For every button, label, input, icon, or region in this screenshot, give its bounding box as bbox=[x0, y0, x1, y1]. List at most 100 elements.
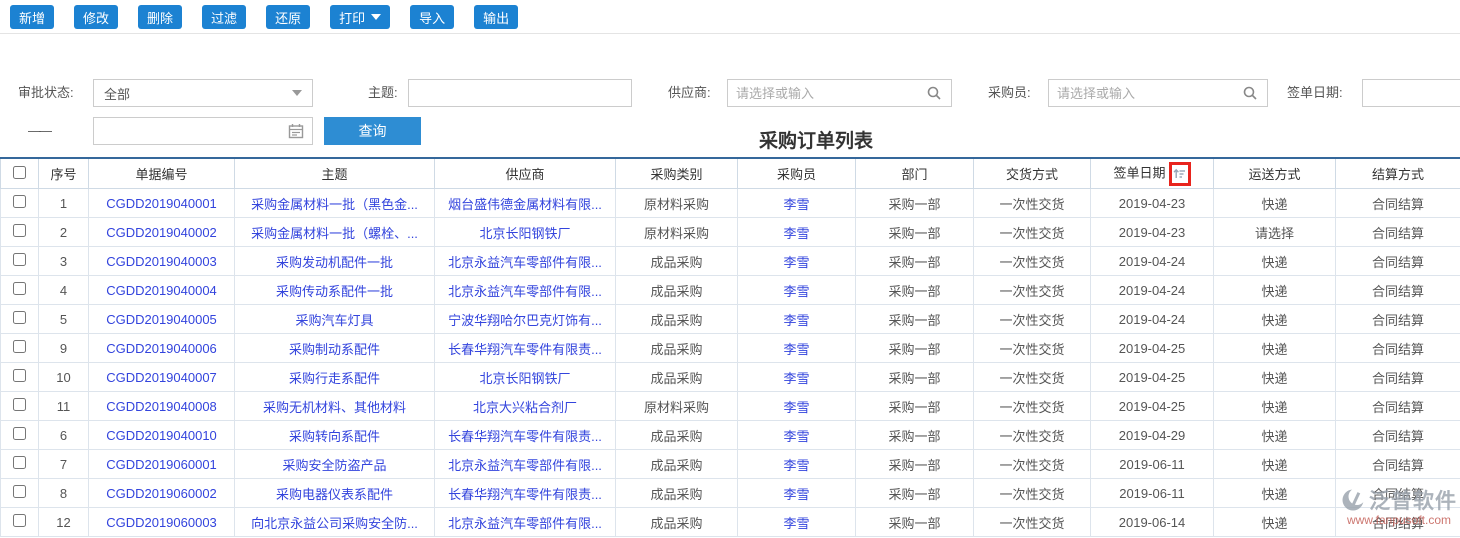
cell-supplier-link[interactable]: 长春华翔汽车零件有限责... bbox=[448, 342, 602, 357]
cell-buyer-link[interactable]: 李雪 bbox=[783, 197, 809, 212]
column-header-transport[interactable]: 运送方式 bbox=[1213, 157, 1336, 189]
restore-button[interactable]: 还原 bbox=[266, 5, 311, 29]
select-all-checkbox[interactable] bbox=[13, 165, 26, 179]
row-checkbox[interactable] bbox=[13, 340, 26, 353]
column-header-sign_date-label: 签单日期 bbox=[1113, 164, 1166, 180]
cell-supplier-link[interactable]: 北京永益汽车零部件有限... bbox=[448, 284, 602, 299]
cell-buyer-link[interactable]: 李雪 bbox=[783, 226, 809, 241]
column-header-settlement[interactable]: 结算方式 bbox=[1335, 157, 1460, 189]
row-checkbox[interactable] bbox=[13, 514, 26, 527]
row-checkbox[interactable] bbox=[13, 195, 26, 208]
cell-supplier-link[interactable]: 宁波华翔哈尔巴克灯饰有... bbox=[448, 313, 602, 328]
cell-supplier: 烟台盛伟德金属材料有限... bbox=[434, 188, 616, 218]
cell-buyer-link[interactable]: 李雪 bbox=[783, 255, 809, 270]
cell-supplier-link[interactable]: 长春华翔汽车零件有限责... bbox=[448, 429, 602, 444]
buyer-input[interactable] bbox=[1048, 79, 1268, 107]
row-checkbox[interactable] bbox=[13, 369, 26, 382]
cell-doc_no-link[interactable]: CGDD2019040002 bbox=[106, 225, 217, 240]
cell-doc_no-link[interactable]: CGDD2019040004 bbox=[106, 283, 217, 298]
delete-button[interactable]: 删除 bbox=[138, 5, 183, 29]
cell-supplier-link[interactable]: 北京长阳钢铁厂 bbox=[479, 226, 570, 241]
add-button[interactable]: 新增 bbox=[10, 5, 55, 29]
cell-subject-link[interactable]: 向北京永益公司采购安全防... bbox=[251, 516, 418, 531]
cell-subject-link[interactable]: 采购转向系配件 bbox=[289, 429, 380, 444]
cell-subject-link[interactable]: 采购传动系配件一批 bbox=[276, 284, 393, 299]
cell-doc_no-link[interactable]: CGDD2019040010 bbox=[106, 428, 217, 443]
row-checkbox[interactable] bbox=[13, 224, 26, 237]
cell-subject-link[interactable]: 采购金属材料一批（黑色金... bbox=[251, 197, 418, 212]
cell-supplier-link[interactable]: 长春华翔汽车零件有限责... bbox=[448, 487, 602, 502]
cell-transport: 快递 bbox=[1213, 478, 1336, 508]
row-checkbox[interactable] bbox=[13, 398, 26, 411]
cell-supplier-link[interactable]: 北京永益汽车零部件有限... bbox=[448, 458, 602, 473]
row-checkbox[interactable] bbox=[13, 282, 26, 295]
cell-buyer-link[interactable]: 李雪 bbox=[783, 429, 809, 444]
column-header-serial[interactable]: 序号 bbox=[38, 157, 89, 189]
sign-date-start-input[interactable] bbox=[1362, 79, 1460, 107]
print-button[interactable]: 打印 bbox=[330, 5, 391, 29]
row-checkbox[interactable] bbox=[13, 485, 26, 498]
cell-doc_no: CGDD2019060002 bbox=[88, 478, 235, 508]
cell-doc_no-link[interactable]: CGDD2019040006 bbox=[106, 341, 217, 356]
cell-subject-link[interactable]: 采购安全防盗产品 bbox=[282, 458, 386, 473]
cell-doc_no-link[interactable]: CGDD2019060001 bbox=[106, 457, 217, 472]
row-checkbox[interactable] bbox=[13, 311, 26, 324]
cell-subject: 采购行走系配件 bbox=[234, 362, 435, 392]
cell-buyer-link[interactable]: 李雪 bbox=[783, 487, 809, 502]
cell-department: 采购一部 bbox=[855, 246, 974, 276]
column-header-buyer[interactable]: 采购员 bbox=[737, 157, 856, 189]
column-header-department[interactable]: 部门 bbox=[855, 157, 974, 189]
sort-icon[interactable] bbox=[1173, 167, 1186, 180]
cell-supplier-link[interactable]: 烟台盛伟德金属材料有限... bbox=[448, 197, 602, 212]
edit-button[interactable]: 修改 bbox=[74, 5, 119, 29]
cell-doc_no-link[interactable]: CGDD2019040003 bbox=[106, 254, 217, 269]
cell-subject: 采购传动系配件一批 bbox=[234, 275, 435, 305]
cell-supplier-link[interactable]: 北京永益汽车零部件有限... bbox=[448, 255, 602, 270]
cell-buyer-link[interactable]: 李雪 bbox=[783, 313, 809, 328]
cell-subject-link[interactable]: 采购无机材料、其他材料 bbox=[263, 400, 406, 415]
row-checkbox[interactable] bbox=[13, 456, 26, 469]
cell-doc_no-link[interactable]: CGDD2019060002 bbox=[106, 486, 217, 501]
cell-sign_date: 2019-04-25 bbox=[1090, 362, 1214, 392]
search-icon[interactable] bbox=[926, 85, 942, 101]
cell-buyer-link[interactable]: 李雪 bbox=[783, 371, 809, 386]
column-header-supplier[interactable]: 供应商 bbox=[434, 157, 616, 189]
cell-subject-link[interactable]: 采购制动系配件 bbox=[289, 342, 380, 357]
cell-buyer-link[interactable]: 李雪 bbox=[783, 458, 809, 473]
row-select-cell bbox=[0, 304, 39, 334]
table-row: 1 CGDD2019040001 采购金属材料一批（黑色金... 烟台盛伟德金属材料有… bbox=[0, 188, 1460, 218]
search-icon[interactable] bbox=[1242, 85, 1258, 101]
import-button[interactable]: 导入 bbox=[410, 5, 455, 29]
cell-transport: 快递 bbox=[1213, 507, 1336, 537]
row-checkbox[interactable] bbox=[13, 427, 26, 440]
cell-supplier-link[interactable]: 北京大兴粘合剂厂 bbox=[473, 400, 577, 415]
cell-subject-link[interactable]: 采购电器仪表系配件 bbox=[276, 487, 393, 502]
supplier-input[interactable] bbox=[727, 79, 952, 107]
cell-buyer-link[interactable]: 李雪 bbox=[783, 516, 809, 531]
column-header-delivery[interactable]: 交货方式 bbox=[973, 157, 1091, 189]
cell-supplier-link[interactable]: 北京长阳钢铁厂 bbox=[479, 371, 570, 386]
cell-subject-link[interactable]: 采购金属材料一批（螺栓、... bbox=[251, 226, 418, 241]
cell-buyer-link[interactable]: 李雪 bbox=[783, 400, 809, 415]
cell-supplier-link[interactable]: 北京永益汽车零部件有限... bbox=[448, 516, 602, 531]
export-button[interactable]: 输出 bbox=[474, 5, 519, 29]
column-header-doc_no[interactable]: 单据编号 bbox=[88, 157, 235, 189]
cell-subject-link[interactable]: 采购汽车灯具 bbox=[295, 313, 373, 328]
cell-doc_no-link[interactable]: CGDD2019040008 bbox=[106, 399, 217, 414]
column-header-category[interactable]: 采购类别 bbox=[615, 157, 738, 189]
cell-doc_no-link[interactable]: CGDD2019040007 bbox=[106, 370, 217, 385]
filter-button[interactable]: 过滤 bbox=[202, 5, 247, 29]
column-header-subject[interactable]: 主题 bbox=[234, 157, 435, 189]
cell-delivery: 一次性交货 bbox=[973, 362, 1091, 392]
cell-doc_no-link[interactable]: CGDD2019040001 bbox=[106, 196, 217, 211]
approval-status-select[interactable]: 全部 bbox=[93, 79, 313, 107]
cell-subject-link[interactable]: 采购行走系配件 bbox=[289, 371, 380, 386]
cell-subject-link[interactable]: 采购发动机配件一批 bbox=[276, 255, 393, 270]
column-header-sign_date[interactable]: 签单日期 bbox=[1090, 157, 1214, 189]
cell-doc_no-link[interactable]: CGDD2019060003 bbox=[106, 515, 217, 530]
cell-buyer-link[interactable]: 李雪 bbox=[783, 284, 809, 299]
cell-buyer-link[interactable]: 李雪 bbox=[783, 342, 809, 357]
row-checkbox[interactable] bbox=[13, 253, 26, 266]
subject-input[interactable] bbox=[408, 79, 632, 107]
cell-doc_no-link[interactable]: CGDD2019040005 bbox=[106, 312, 217, 327]
